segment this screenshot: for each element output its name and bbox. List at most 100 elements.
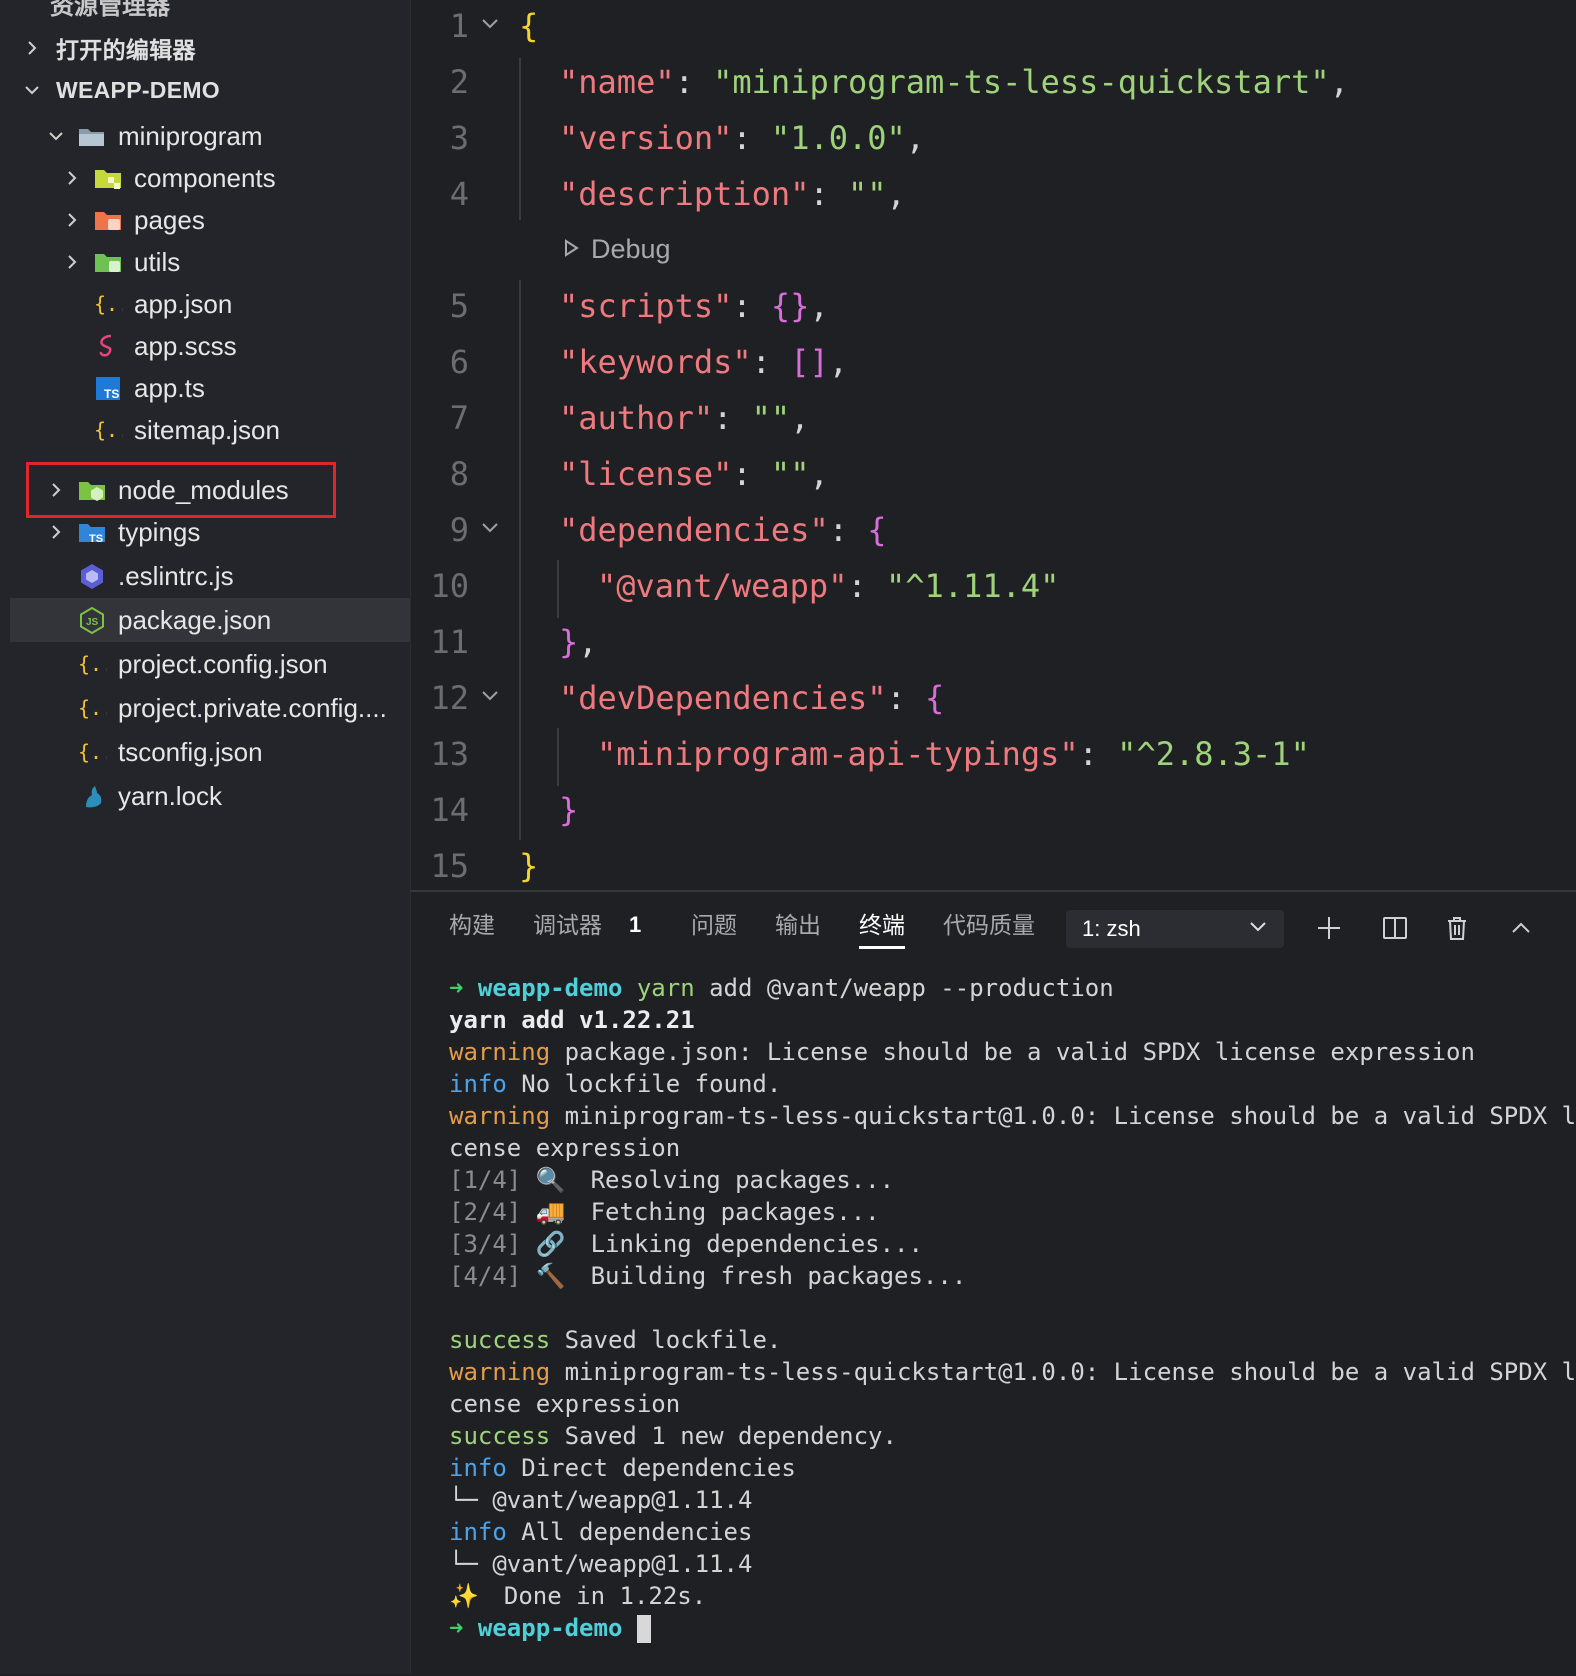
explorer-title: 资源管理器 bbox=[50, 0, 170, 20]
line-text: Resolving packages... bbox=[561, 1166, 895, 1194]
truck-icon: 🚚 bbox=[535, 1198, 566, 1226]
tree-item-eslintrc[interactable]: .eslintrc.js bbox=[10, 554, 410, 598]
chevron-right-icon bbox=[58, 206, 86, 234]
line-text: Building fresh packages... bbox=[561, 1262, 967, 1290]
tree-item-label: tsconfig.json bbox=[118, 736, 263, 767]
sass-icon bbox=[92, 330, 124, 362]
terminal-line: ✨ Done in 1.22s. bbox=[449, 1580, 1569, 1612]
line-number: 5 bbox=[449, 287, 469, 325]
tree-item-app-json[interactable]: {..} app.json bbox=[10, 282, 410, 326]
line-number: 15 bbox=[430, 847, 469, 885]
folder-pages-icon bbox=[92, 204, 124, 236]
prompt-cwd: weapp-demo bbox=[477, 1614, 623, 1642]
tree-item-project-config[interactable]: {..} project.config.json bbox=[10, 642, 410, 686]
tree-item-components[interactable]: components bbox=[10, 156, 410, 200]
tree-item-tsconfig[interactable]: {..} tsconfig.json bbox=[10, 730, 410, 774]
colon: : bbox=[886, 679, 926, 717]
code-line: 6 "keywords": [], bbox=[411, 334, 1576, 390]
comma: , bbox=[905, 119, 926, 157]
tree-item-sitemap-json[interactable]: {..} sitemap.json bbox=[10, 408, 410, 452]
svg-text:JS: JS bbox=[86, 617, 99, 628]
tab-build[interactable]: 构建 bbox=[449, 910, 495, 946]
terminal-line: success Saved lockfile. bbox=[449, 1324, 1569, 1356]
comma: , bbox=[790, 399, 810, 437]
line-number: 13 bbox=[430, 735, 469, 773]
json-icon: {..} bbox=[92, 288, 124, 320]
tab-terminal[interactable]: 终端 bbox=[859, 910, 905, 949]
tree-item-label: miniprogram bbox=[118, 120, 263, 151]
magnifier-icon: 🔍 bbox=[535, 1166, 566, 1194]
code-line: 4 "description": "", bbox=[411, 166, 1576, 222]
tree-item-project-private-config[interactable]: {..} project.private.config.... bbox=[10, 686, 410, 730]
terminal-output[interactable]: ➜ weapp-demo yarn add @vant/weapp --prod… bbox=[449, 972, 1576, 1644]
tree-item-app-ts[interactable]: TS app.ts bbox=[10, 366, 410, 410]
tree-item-app-scss[interactable]: app.scss bbox=[10, 324, 410, 368]
code-line: 8 "license": "", bbox=[411, 446, 1576, 502]
brace: { bbox=[867, 511, 887, 549]
tree-item-label: project.config.json bbox=[118, 648, 328, 679]
line-number: 11 bbox=[430, 623, 469, 661]
code-editor[interactable]: 1 { 2 "name": "miniprogram-ts-less-quick… bbox=[411, 0, 1576, 890]
line-text: Fetching packages... bbox=[561, 1198, 880, 1226]
chevron-up-icon[interactable] bbox=[1505, 912, 1537, 944]
node-json-icon: JS bbox=[76, 604, 108, 636]
code-line: 7 "author": "", bbox=[411, 390, 1576, 446]
project-section[interactable]: WEAPP-DEMO bbox=[10, 68, 410, 112]
tree-item-miniprogram[interactable]: miniprogram bbox=[10, 114, 410, 158]
tab-output[interactable]: 输出 bbox=[775, 910, 821, 946]
comma: , bbox=[828, 343, 848, 381]
json-key: "devDependencies" bbox=[559, 679, 887, 717]
svg-text:{..}: {..} bbox=[78, 740, 107, 764]
chevron-down-icon bbox=[42, 122, 70, 150]
cmd-args: add @vant/weapp --production bbox=[694, 974, 1114, 1002]
tree-item-package-json[interactable]: JS package.json bbox=[10, 598, 410, 642]
code-line: 12 "devDependencies": { bbox=[411, 670, 1576, 726]
svg-text:{..}: {..} bbox=[78, 652, 107, 676]
line-text: Linking dependencies... bbox=[561, 1230, 923, 1258]
chevron-right-icon bbox=[42, 518, 70, 546]
prompt-arrow: ➜ bbox=[449, 1614, 464, 1642]
tree-item-label: yarn.lock bbox=[118, 780, 223, 811]
chevron-down-icon[interactable] bbox=[479, 676, 503, 701]
json-string: "^2.8.3-1" bbox=[1117, 735, 1310, 773]
open-editors-section[interactable]: 打开的编辑器 bbox=[10, 26, 410, 70]
step-label: [1/4] bbox=[449, 1166, 522, 1194]
tree-item-pages[interactable]: pages bbox=[10, 198, 410, 242]
tree-item-label: app.ts bbox=[134, 372, 205, 403]
split-icon[interactable] bbox=[1379, 912, 1411, 944]
terminal-line: yarn add v1.22.21 bbox=[449, 1006, 695, 1034]
json-string: "" bbox=[770, 455, 810, 493]
json-key: "description" bbox=[559, 175, 810, 213]
line-number: 7 bbox=[449, 399, 469, 437]
terminal-line: warning package.json: License should be … bbox=[449, 1036, 1569, 1068]
chevron-down-icon[interactable] bbox=[479, 508, 503, 533]
line-text: miniprogram-ts-less-quickstart@1.0.0: Li… bbox=[550, 1358, 1576, 1386]
tree-item-yarn-lock[interactable]: yarn.lock bbox=[10, 774, 410, 818]
svg-text:{..}: {..} bbox=[78, 696, 107, 720]
tree-item-label: package.json bbox=[118, 604, 272, 635]
play-icon bbox=[561, 234, 581, 265]
line-text: miniprogram-ts-less-quickstart@1.0.0: Li… bbox=[550, 1102, 1576, 1130]
colon: : bbox=[828, 511, 868, 549]
tab-debugger[interactable]: 调试器 bbox=[533, 910, 602, 946]
yarn-icon bbox=[76, 780, 108, 812]
terminal-select[interactable]: 1: zsh bbox=[1066, 910, 1284, 948]
comma: , bbox=[1329, 63, 1349, 101]
debug-codelens[interactable]: Debug bbox=[561, 234, 671, 265]
trash-icon[interactable] bbox=[1441, 912, 1473, 944]
tab-problems[interactable]: 问题 bbox=[691, 910, 737, 946]
terminal-line: [1/4] 🔍 Resolving packages... bbox=[449, 1164, 1569, 1196]
terminal-line: success Saved 1 new dependency. bbox=[449, 1420, 1569, 1452]
terminal-line: [3/4] 🔗 Linking dependencies... bbox=[449, 1228, 1569, 1260]
link-icon: 🔗 bbox=[535, 1230, 566, 1258]
step-label: [2/4] bbox=[449, 1198, 522, 1226]
json-key: "version" bbox=[559, 119, 733, 157]
tab-code-quality[interactable]: 代码质量 bbox=[943, 910, 1035, 946]
tree-item-label: components bbox=[134, 162, 276, 193]
terminal-line: [4/4] 🔨 Building fresh packages... bbox=[449, 1260, 1569, 1292]
chevron-down-icon[interactable] bbox=[479, 4, 503, 29]
colon: : bbox=[809, 175, 848, 213]
json-key: "author" bbox=[559, 399, 714, 437]
tree-item-utils[interactable]: utils bbox=[10, 240, 410, 284]
plus-icon[interactable] bbox=[1313, 912, 1345, 944]
